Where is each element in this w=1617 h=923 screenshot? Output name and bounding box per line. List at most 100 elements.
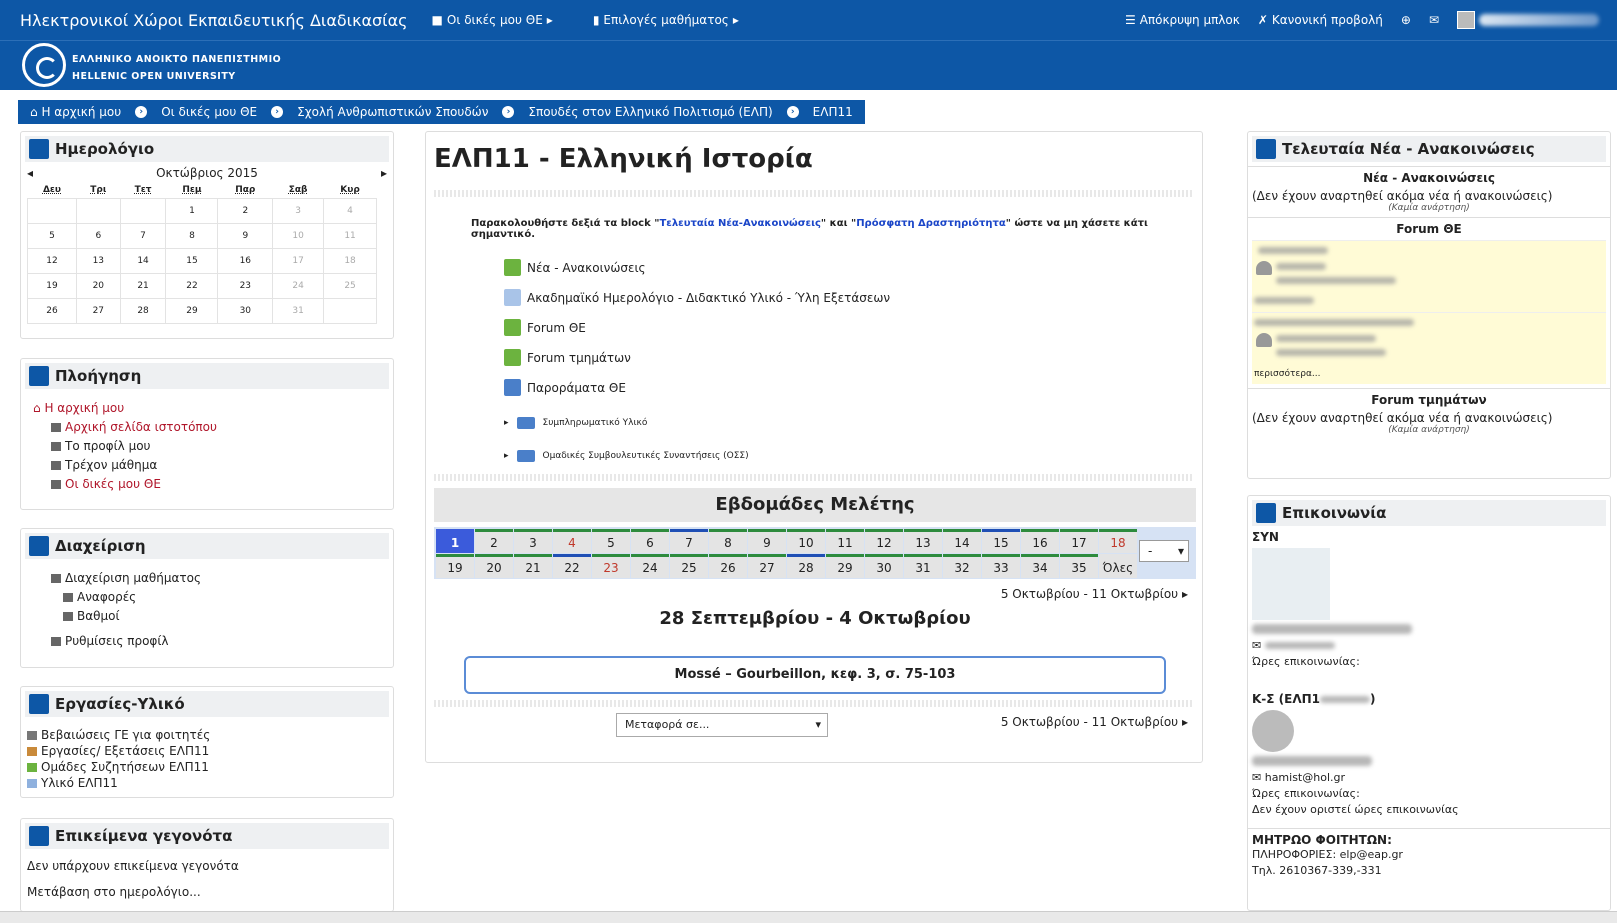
week-cell[interactable]: 1 <box>436 529 474 553</box>
user-menu[interactable] <box>1457 11 1599 29</box>
next-week-link-bottom[interactable]: 5 Οκτωβρίου - 11 Οκτωβρίου ▸ <box>1001 715 1188 729</box>
resource-forum-the[interactable]: Forum ΘΕ <box>504 319 586 336</box>
envelope-icon[interactable]: ✉ <box>1429 13 1439 27</box>
week-cell[interactable]: 27 <box>748 554 786 578</box>
calendar-day: 12 <box>27 247 77 274</box>
my-courses-menu[interactable]: ■ Οι δικές μου ΘΕ ▸ <box>432 13 553 27</box>
week-select[interactable]: - ▾ <box>1139 540 1189 562</box>
contact-block-header: Επικοινωνία <box>1252 500 1606 526</box>
week-cell[interactable]: 8 <box>709 529 747 553</box>
admin-profile-settings[interactable]: Ρυθμίσεις προφίλ <box>33 632 381 651</box>
week-cell[interactable]: 16 <box>1021 529 1059 553</box>
week-cell[interactable]: 34 <box>1021 554 1059 578</box>
normal-view-button[interactable]: ✗ Κανονική προβολή <box>1258 13 1383 27</box>
week-cell[interactable]: 9 <box>748 529 786 553</box>
move-to-select[interactable]: Μεταφορά σε... ▾ <box>616 713 828 737</box>
week-cell[interactable]: 18 <box>1099 529 1137 553</box>
forum-icon <box>27 763 37 772</box>
week-cell[interactable]: 12 <box>865 529 903 553</box>
week-cell[interactable]: 11 <box>826 529 864 553</box>
redacted-text <box>1276 263 1326 270</box>
week-cell[interactable]: 21 <box>514 554 552 578</box>
next-month-arrow-icon[interactable]: ▸ <box>381 166 387 180</box>
week-cell[interactable]: 3 <box>514 529 552 553</box>
resource-label: Παροράματα ΘΕ <box>527 380 626 395</box>
coordinator-email[interactable]: ✉ <box>1248 638 1610 654</box>
week-cell[interactable]: 24 <box>631 554 669 578</box>
week-cell[interactable]: 10 <box>787 529 825 553</box>
week-cell[interactable]: 15 <box>982 529 1020 553</box>
prev-month-arrow-icon[interactable]: ◂ <box>27 166 33 180</box>
hide-blocks-button[interactable]: ☰ Απόκρυψη μπλοκ <box>1125 13 1240 27</box>
resource-forum-sections[interactable]: Forum τμημάτων <box>504 349 631 366</box>
coordinator-hours-redacted <box>1248 670 1610 686</box>
week-cell[interactable]: 23 <box>592 554 630 578</box>
nav-home-label: Η αρχική μου <box>44 401 125 415</box>
breadcrumb-course[interactable]: ΕΛΠ11 <box>813 105 853 119</box>
task-item[interactable]: Εργασίες/ Εξετάσεις ΕΛΠ11 <box>27 743 381 759</box>
week-cell[interactable]: 17 <box>1060 529 1098 553</box>
forum-post[interactable]: περισσότερα... <box>1252 312 1606 384</box>
week-cell[interactable]: 4 <box>553 529 591 553</box>
week-cell[interactable]: 25 <box>670 554 708 578</box>
course-options-menu[interactable]: ▮ Επιλογές μαθήματος ▸ <box>593 13 739 27</box>
breadcrumb-school[interactable]: Σχολή Ανθρωπιστικών Σπουδών <box>297 105 488 119</box>
admin-course-admin[interactable]: Διαχείριση μαθήματος <box>33 569 381 588</box>
week-cell[interactable]: 22 <box>553 554 591 578</box>
week-cell[interactable]: 26 <box>709 554 747 578</box>
week-cell[interactable]: 28 <box>787 554 825 578</box>
calendar-day: 23 <box>217 272 274 299</box>
week-cell[interactable]: 20 <box>475 554 513 578</box>
next-week-link-top[interactable]: 5 Οκτωβρίου - 11 Οκτωβρίου ▸ <box>1001 587 1188 601</box>
week-cell[interactable]: 14 <box>943 529 981 553</box>
calendar-day: 15 <box>165 247 219 274</box>
notice-link-news[interactable]: Τελευταία Νέα-Ανακοινώσεις <box>659 218 820 229</box>
task-item[interactable]: Βεβαιώσεις ΓΕ για φοιτητές <box>27 727 381 743</box>
nav-profile[interactable]: Το προφίλ μου <box>33 437 381 456</box>
week-cell[interactable]: 7 <box>670 529 708 553</box>
tutor-email[interactable]: ✉ hamist@hol.gr <box>1248 770 1610 786</box>
week-cell[interactable]: 13 <box>904 529 942 553</box>
breadcrumb-my-courses[interactable]: Οι δικές μου ΘΕ <box>161 105 257 119</box>
breadcrumb-home[interactable]: ⌂ Η αρχική μου <box>30 105 121 119</box>
admin-reports-label: Αναφορές <box>77 590 137 604</box>
folder-supplementary[interactable]: ▸ Συμπληρωματικό Υλικό <box>504 417 647 429</box>
week-cell[interactable]: 5 <box>592 529 630 553</box>
week-cell[interactable]: 29 <box>826 554 864 578</box>
week-cell[interactable]: 30 <box>865 554 903 578</box>
forum-post[interactable] <box>1252 240 1606 312</box>
folder-oss[interactable]: ▸ Ομαδικές Συμβουλευτικές Συναντήσεις (ΟΣ… <box>504 450 749 462</box>
week-cell[interactable]: 33 <box>982 554 1020 578</box>
breadcrumb-program[interactable]: Σπουδές στον Ελληνικό Πολιτισμό (ΕΛΠ) <box>528 105 772 119</box>
nav-home[interactable]: ⌂ Η αρχική μου <box>33 399 381 418</box>
resource-news[interactable]: Νέα - Ανακοινώσεις <box>504 259 646 276</box>
university-logo-icon[interactable] <box>22 43 66 87</box>
nav-my-courses[interactable]: Οι δικές μου ΘΕ <box>33 475 381 494</box>
admin-reports[interactable]: Αναφορές <box>33 588 381 607</box>
admin-grades[interactable]: Βαθμοί <box>33 607 381 626</box>
nav-current-course[interactable]: Τρέχον μάθημα <box>33 456 381 475</box>
week-cell[interactable]: 2 <box>475 529 513 553</box>
resource-errata[interactable]: Παροράματα ΘΕ <box>504 379 626 396</box>
site-title[interactable]: Ηλεκτρονικοί Χώροι Εκπαιδευτικής Διαδικα… <box>20 11 408 30</box>
read-more-link[interactable]: περισσότερα... <box>1254 369 1320 379</box>
week-cell[interactable]: 19 <box>436 554 474 578</box>
task-item[interactable]: Υλικό ΕΛΠ11 <box>27 775 381 791</box>
calendar-day: 8 <box>165 222 219 249</box>
week-cell[interactable]: 6 <box>631 529 669 553</box>
calendar-block: Ημερολόγιο ◂ Οκτώβριος 2015 ▸ Δευ Τρι Τε… <box>20 131 394 339</box>
week-cell[interactable]: 31 <box>904 554 942 578</box>
nav-site-home[interactable]: Αρχική σελίδα ιστοτόπου <box>33 418 381 437</box>
plus-circle-icon[interactable]: ⊕ <box>1401 13 1411 27</box>
calendar-day: 5 <box>27 222 77 249</box>
goto-calendar-link[interactable]: Μετάβαση στο ημερολόγιο... <box>21 879 393 905</box>
resource-academic-calendar[interactable]: Ακαδημαϊκό Ημερολόγιο - Διδακτικό Υλικό … <box>504 289 890 306</box>
tutor-label-text: Κ-Σ (ΕΛΠ1 <box>1252 692 1321 706</box>
week-cell[interactable]: 32 <box>943 554 981 578</box>
horizontal-scrollbar[interactable] <box>0 911 1617 923</box>
all-weeks-cell[interactable]: Όλες <box>1099 554 1137 578</box>
notice-link-recent[interactable]: Πρόσφατη Δραστηριότητα <box>856 218 1006 229</box>
week-cell[interactable]: 35 <box>1060 554 1098 578</box>
task-item[interactable]: Ομάδες Συζητήσεων ΕΛΠ11 <box>27 759 381 775</box>
upcoming-block-title: Επικείμενα γεγονότα <box>55 827 233 845</box>
